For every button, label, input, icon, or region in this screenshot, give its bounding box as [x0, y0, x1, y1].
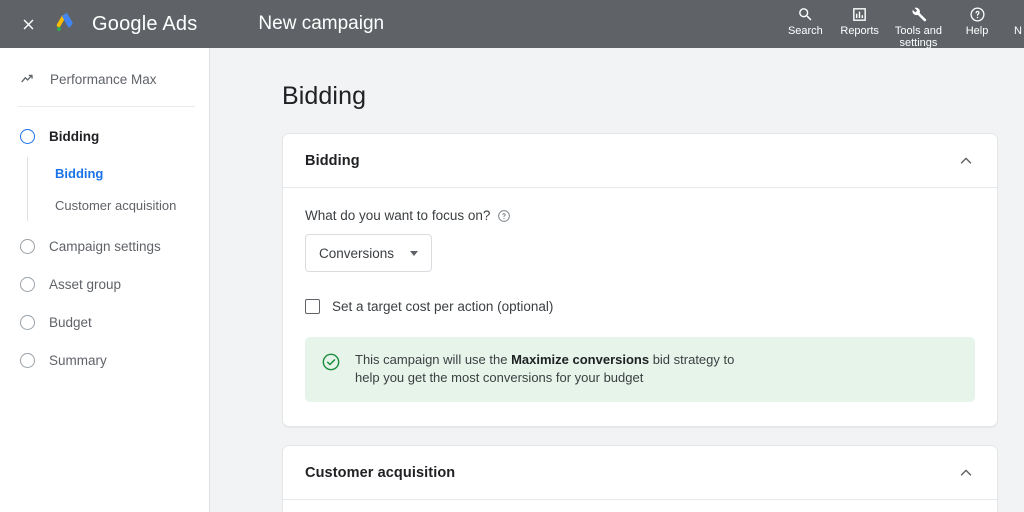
- topbar-actions: Search Reports Tools and settings Help N: [778, 0, 1024, 48]
- help-circle-icon[interactable]: [497, 209, 511, 223]
- page-title: Bidding: [282, 82, 367, 110]
- search-icon: [797, 5, 814, 23]
- step-circle-icon: [20, 314, 35, 330]
- bidding-card: Bidding What do you want to focus on? Co…: [282, 133, 998, 427]
- topbar-item-label: Tools and settings: [894, 25, 942, 48]
- step-circle-icon: [20, 128, 35, 144]
- google-ads-logo-icon: [52, 11, 78, 37]
- campaign-page-name: New campaign: [258, 13, 385, 34]
- topbar-item-help[interactable]: Help: [950, 3, 1004, 37]
- reports-bar-chart-icon: [851, 5, 868, 23]
- close-icon[interactable]: [18, 14, 38, 34]
- banner-text-bold: Maximize conversions: [511, 352, 650, 367]
- focus-field-label-row: What do you want to focus on?: [305, 208, 975, 223]
- campaign-steps-sidebar: Performance Max Bidding Bidding Customer…: [0, 48, 210, 512]
- sidebar-substep-customer-acquisition[interactable]: Customer acquisition: [28, 189, 209, 221]
- focus-field-label: What do you want to focus on?: [305, 208, 491, 223]
- sidebar-step-asset-group[interactable]: Asset group: [0, 265, 209, 303]
- topbar-item-label: Help: [965, 25, 989, 37]
- chevron-down-icon: [410, 250, 419, 256]
- sidebar-substeps: Bidding Customer acquisition: [27, 157, 209, 221]
- bidding-card-header[interactable]: Bidding: [283, 134, 997, 188]
- focus-dropdown[interactable]: Conversions: [305, 234, 433, 272]
- sidebar-step-label: Bidding: [49, 128, 100, 144]
- step-circle-icon: [20, 352, 35, 368]
- tools-wrench-icon: [910, 5, 927, 23]
- target-cpa-checkbox[interactable]: [305, 299, 320, 314]
- sidebar-substep-label: Bidding: [55, 165, 104, 181]
- sidebar-step-label: Budget: [49, 314, 92, 330]
- topbar-item-notifications[interactable]: N: [1004, 3, 1024, 37]
- sidebar-substep-label: Customer acquisition: [55, 197, 177, 213]
- sidebar-item-performance-max[interactable]: Performance Max: [0, 62, 209, 96]
- banner-text-before: This campaign will use the: [355, 352, 512, 367]
- bidding-card-body: What do you want to focus on? Conversion…: [283, 188, 997, 426]
- topbar-item-label: Search: [787, 25, 823, 37]
- sidebar-step-budget[interactable]: Budget: [0, 303, 209, 341]
- target-cpa-checkbox-row[interactable]: Set a target cost per action (optional): [305, 298, 975, 315]
- top-app-bar: Google Ads New campaign Search Reports T…: [0, 0, 1024, 48]
- sidebar-step-summary[interactable]: Summary: [0, 341, 209, 379]
- sidebar-step-label: Campaign settings: [49, 238, 161, 254]
- sidebar-step-label: Asset group: [49, 276, 122, 292]
- focus-dropdown-value: Conversions: [319, 245, 395, 261]
- customer-acquisition-card-body: Bid for new customers only This option l…: [283, 500, 997, 512]
- sidebar-item-label: Performance Max: [50, 71, 157, 87]
- check-circle-icon: [321, 352, 341, 377]
- step-circle-icon: [20, 276, 35, 292]
- topbar-item-label: N: [1014, 25, 1022, 37]
- target-cpa-label: Set a target cost per action (optional): [332, 299, 554, 314]
- customer-acquisition-card-header[interactable]: Customer acquisition: [283, 446, 997, 500]
- main-content: Bidding Bidding What do you want to focu…: [210, 48, 1024, 512]
- sidebar-step-bidding[interactable]: Bidding: [0, 117, 209, 155]
- customer-acquisition-card-title: Customer acquisition: [305, 465, 456, 481]
- bid-strategy-banner-text: This campaign will use the Maximize conv…: [355, 351, 755, 387]
- topbar-item-label: Reports: [840, 25, 879, 37]
- help-circle-icon: [969, 5, 986, 23]
- topbar-item-tools-and-settings[interactable]: Tools and settings: [887, 3, 950, 48]
- topbar-left-group: Google Ads New campaign: [0, 0, 384, 48]
- step-circle-icon: [20, 238, 35, 254]
- customer-acquisition-card: Customer acquisition Bid for new custome…: [282, 445, 998, 512]
- sidebar-step-label: Summary: [49, 352, 107, 368]
- trending-up-icon: [20, 71, 36, 87]
- chevron-up-icon[interactable]: [955, 462, 977, 484]
- topbar-item-search[interactable]: Search: [778, 3, 832, 37]
- app-shell: Performance Max Bidding Bidding Customer…: [0, 48, 1024, 512]
- sidebar-divider: [18, 106, 195, 107]
- chevron-up-icon[interactable]: [955, 150, 977, 172]
- topbar-item-reports[interactable]: Reports: [832, 3, 887, 37]
- bid-strategy-banner: This campaign will use the Maximize conv…: [305, 337, 975, 402]
- bidding-card-title: Bidding: [305, 153, 360, 169]
- sidebar-step-campaign-settings[interactable]: Campaign settings: [0, 227, 209, 265]
- sidebar-substep-bidding[interactable]: Bidding: [28, 157, 209, 189]
- brand-name: Google Ads: [92, 12, 198, 35]
